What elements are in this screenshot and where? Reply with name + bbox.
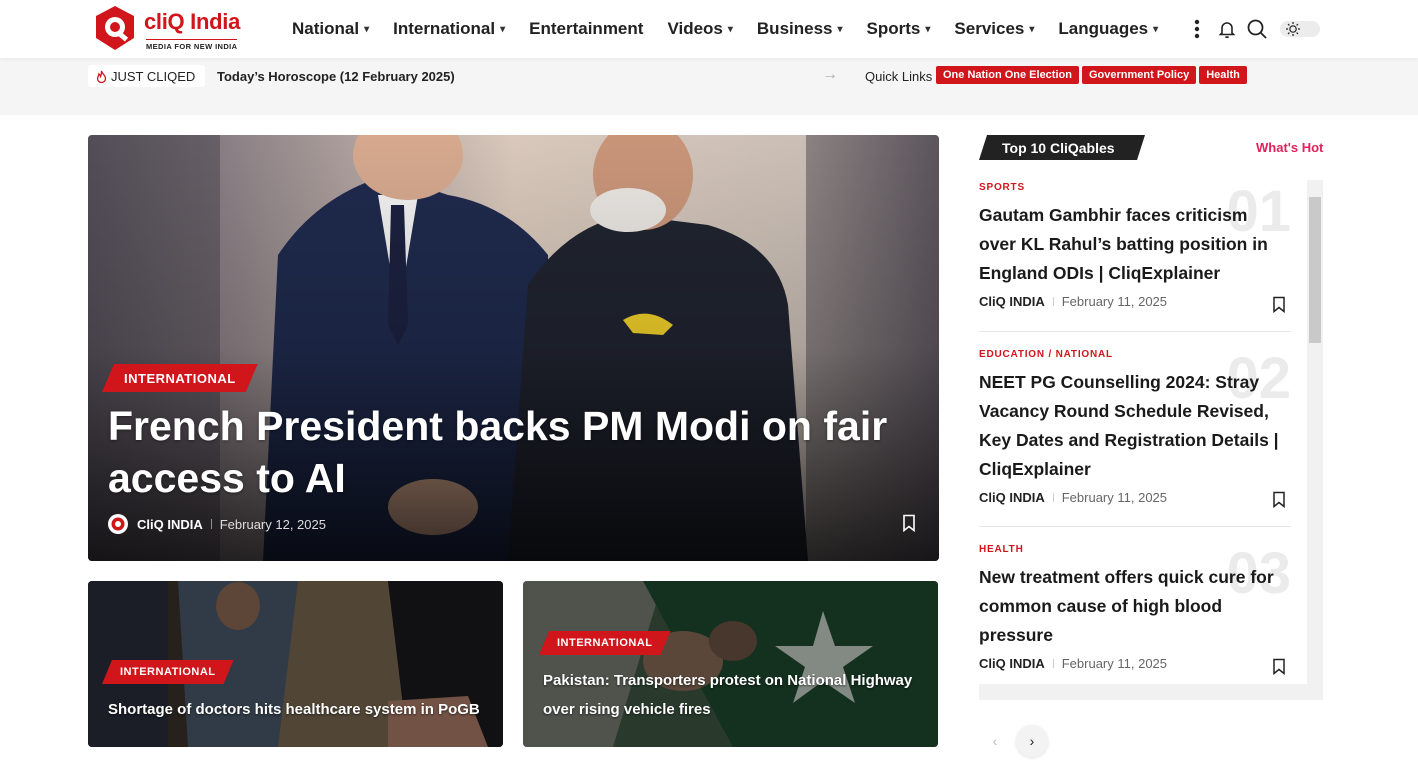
nav-label: Sports — [866, 19, 921, 38]
item-author[interactable]: CliQ INDIA — [979, 656, 1045, 671]
list-item[interactable]: 01 SPORTS Gautam Gambhir faces criticism… — [979, 180, 1291, 314]
quick-link-tag[interactable]: Government Policy — [1081, 66, 1197, 84]
bell-icon[interactable] — [1212, 14, 1242, 44]
quick-link-tag[interactable]: One Nation One Election — [936, 66, 1079, 84]
meta-separator — [1052, 297, 1054, 306]
logo-mark-icon — [96, 6, 134, 50]
scrollbar-thumb[interactable] — [1309, 197, 1321, 343]
nav-label: Services — [954, 19, 1025, 38]
chevron-right-icon[interactable]: › — [1016, 725, 1048, 757]
search-icon[interactable] — [1242, 14, 1272, 44]
brand-name: cliQ India — [144, 9, 241, 34]
nav-item-sports[interactable]: Sports ▾ — [867, 19, 931, 39]
arrow-right-icon[interactable]: → — [822, 66, 838, 84]
chevron-down-icon: ▾ — [727, 23, 733, 35]
nav-item-languages[interactable]: Languages ▾ — [1058, 19, 1158, 39]
story-card[interactable]: INTERNATIONAL Pakistan: Transporters pro… — [523, 581, 938, 747]
bookmark-icon[interactable] — [1272, 658, 1286, 680]
nav-label: Languages — [1058, 19, 1149, 38]
story-card[interactable]: INTERNATIONAL Shortage of doctors hits h… — [88, 581, 503, 747]
fire-icon — [96, 70, 107, 83]
nav-item-business[interactable]: Business ▾ — [757, 19, 843, 39]
item-author[interactable]: CliQ INDIA — [979, 294, 1045, 309]
nav-item-entertainment[interactable]: Entertainment — [529, 19, 643, 39]
item-date: February 11, 2025 — [1061, 656, 1168, 671]
meta-separator — [1052, 493, 1054, 502]
author-avatar-icon — [108, 514, 128, 534]
hero-meta: CliQ INDIA February 12, 2025 — [108, 514, 326, 534]
nav-label: Videos — [667, 19, 723, 38]
meta-separator — [210, 519, 212, 529]
item-title[interactable]: Gautam Gambhir faces criticism over KL R… — [979, 201, 1289, 288]
ticker-headline[interactable]: Today’s Horoscope (12 February 2025) — [217, 69, 455, 84]
card-category-badge[interactable]: INTERNATIONAL — [102, 660, 234, 684]
item-meta: CliQ INDIA February 11, 2025 — [979, 490, 1291, 505]
chevron-down-icon: ▾ — [925, 23, 931, 35]
meta-separator — [1052, 659, 1054, 668]
sun-icon — [1282, 18, 1304, 40]
item-meta: CliQ INDIA February 11, 2025 — [979, 294, 1291, 309]
chevron-down-icon: ▾ — [1029, 23, 1035, 35]
bookmark-icon[interactable] — [901, 514, 917, 537]
quick-links-label: Quick Links — [865, 69, 933, 84]
divider — [979, 526, 1291, 527]
item-meta: CliQ INDIA February 11, 2025 — [979, 656, 1291, 671]
just-cliqed-label: JUST CLIQED — [88, 65, 206, 87]
brand-tagline: MEDIA FOR NEW INDIA — [146, 39, 238, 51]
item-author[interactable]: CliQ INDIA — [979, 490, 1045, 505]
item-date: February 11, 2025 — [1061, 294, 1168, 309]
dark-mode-toggle[interactable] — [1280, 21, 1320, 37]
card-category-badge[interactable]: INTERNATIONAL — [539, 631, 671, 655]
chevron-down-icon: ▾ — [364, 23, 370, 35]
chevron-down-icon: ▾ — [1153, 23, 1159, 35]
whats-hot-link[interactable]: What's Hot — [1256, 140, 1323, 155]
main-nav: National ▾ International ▾ Entertainment V… — [292, 0, 1182, 58]
nav-label: National — [292, 19, 360, 38]
nav-label: Entertainment — [529, 19, 644, 38]
quick-link-tag[interactable]: Health — [1199, 66, 1247, 84]
hero-category-badge[interactable]: INTERNATIONAL — [102, 364, 258, 392]
nav-item-videos[interactable]: Videos ▾ — [667, 19, 732, 39]
chevron-left-icon[interactable]: ‹ — [979, 725, 1011, 757]
bookmark-icon[interactable] — [1272, 491, 1286, 513]
nav-label: Business — [756, 19, 833, 38]
site-logo[interactable]: cliQ India MEDIA FOR NEW INDIA — [92, 4, 254, 52]
hero-author[interactable]: CliQ INDIA — [137, 517, 203, 532]
hero-title[interactable]: French President backs PM Modi on fair a… — [108, 400, 908, 504]
quick-links: One Nation One Election Government Polic… — [936, 66, 1250, 84]
nav-item-services[interactable]: Services ▾ — [954, 19, 1034, 39]
nav-label: International — [393, 19, 496, 38]
chevron-down-icon: ▾ — [500, 23, 506, 35]
list-item[interactable]: 03 HEALTH New treatment offers quick cur… — [979, 541, 1291, 676]
item-title[interactable]: New treatment offers quick cure for comm… — [979, 563, 1289, 650]
list-item[interactable]: 02 EDUCATION / NATIONAL NEET PG Counsell… — [979, 346, 1291, 509]
nav-item-international[interactable]: International ▾ — [393, 19, 505, 39]
ticker-bar: JUST CLIQED Today’s Horoscope (12 Februa… — [0, 58, 1418, 115]
divider — [979, 331, 1291, 332]
chevron-down-icon: ▾ — [837, 23, 843, 35]
item-date: February 11, 2025 — [1061, 490, 1168, 505]
site-header: cliQ India MEDIA FOR NEW INDIA National ▾… — [0, 0, 1418, 58]
nav-item-national[interactable]: National ▾ — [292, 19, 369, 39]
horizontal-scrollbar[interactable] — [979, 684, 1323, 700]
header-actions — [1182, 14, 1320, 44]
card-title[interactable]: Shortage of doctors hits healthcare syst… — [108, 695, 498, 724]
item-title[interactable]: NEET PG Counselling 2024: Stray Vacancy … — [979, 368, 1289, 484]
sidebar-heading: Top 10 CliQables — [979, 135, 1145, 160]
top10-list: 01 SPORTS Gautam Gambhir faces criticism… — [979, 180, 1323, 700]
hero-date: February 12, 2025 — [219, 516, 326, 532]
card-title[interactable]: Pakistan: Transporters protest on Nation… — [543, 666, 928, 724]
bookmark-icon[interactable] — [1272, 296, 1286, 318]
more-vertical-icon[interactable] — [1182, 14, 1212, 44]
